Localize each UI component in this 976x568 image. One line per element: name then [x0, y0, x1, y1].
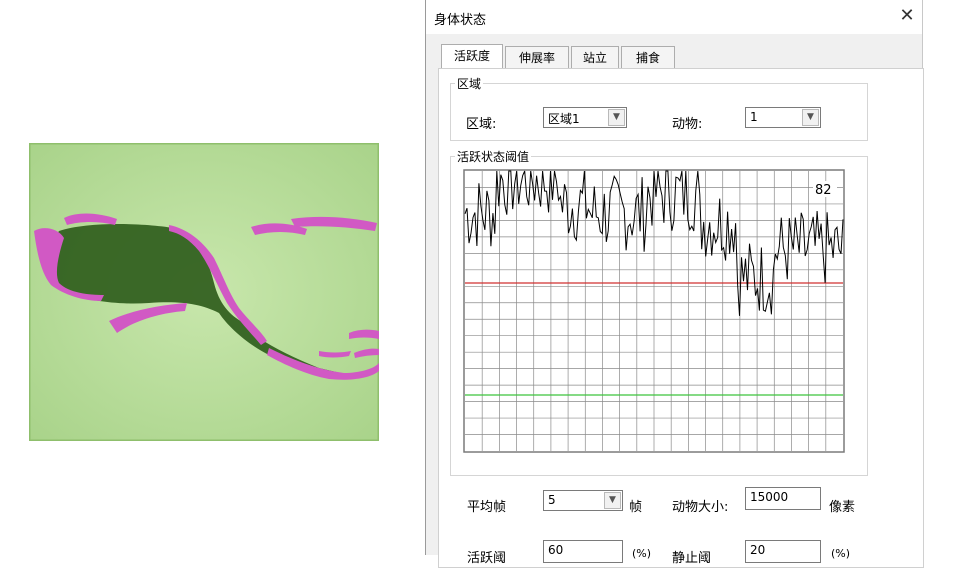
pixel-unit: 像素 [829, 500, 856, 515]
animal-label: 动物: [672, 117, 703, 132]
chevron-down-icon[interactable]: ▼ [608, 109, 625, 126]
activity-graph: 82 [463, 169, 845, 453]
close-icon[interactable]: ✕ [896, 5, 918, 27]
tab-predation[interactable]: 捕食 [621, 46, 675, 68]
region-label: 区域: [466, 117, 497, 132]
region-select-value: 区域1 [548, 112, 580, 126]
current-value-label: 82 [815, 183, 832, 198]
region-group-title: 区域 [455, 75, 484, 92]
tab-activity-active[interactable]: 活跃度 [441, 44, 503, 68]
threshold-group-title: 活跃状态阈值 [455, 148, 532, 165]
active-threshold-label: 活跃阈 [467, 551, 507, 566]
active-threshold-unit: (%) [632, 547, 652, 560]
rest-threshold-input[interactable]: 20 [745, 540, 821, 563]
avg-frame-value: 5 [548, 493, 556, 507]
tab-standing[interactable]: 站立 [571, 46, 619, 68]
region-select[interactable]: 区域1 ▼ [543, 107, 627, 128]
animal-select[interactable]: 1 ▼ [745, 107, 821, 128]
frame-unit: 帧 [629, 500, 643, 515]
active-threshold-input[interactable]: 60 [543, 540, 623, 563]
chevron-down-icon[interactable]: ▼ [802, 109, 819, 126]
animal-size-label: 动物大小: [672, 500, 729, 515]
video-frame [29, 143, 379, 441]
avg-frame-select[interactable]: 5 ▼ [543, 490, 623, 511]
animal-size-input[interactable]: 15000 [745, 487, 821, 510]
tab-stretch-rate[interactable]: 伸展率 [505, 46, 569, 68]
dialog-title: 身体状态 [434, 13, 487, 28]
rest-threshold-unit: (%) [831, 547, 851, 560]
animal-select-value: 1 [750, 110, 758, 124]
chevron-down-icon[interactable]: ▼ [604, 492, 621, 509]
avg-frame-label: 平均帧 [467, 500, 507, 515]
rest-threshold-label: 静止阈 [672, 551, 712, 566]
title-bar: 身体状态 ✕ [426, 0, 922, 34]
